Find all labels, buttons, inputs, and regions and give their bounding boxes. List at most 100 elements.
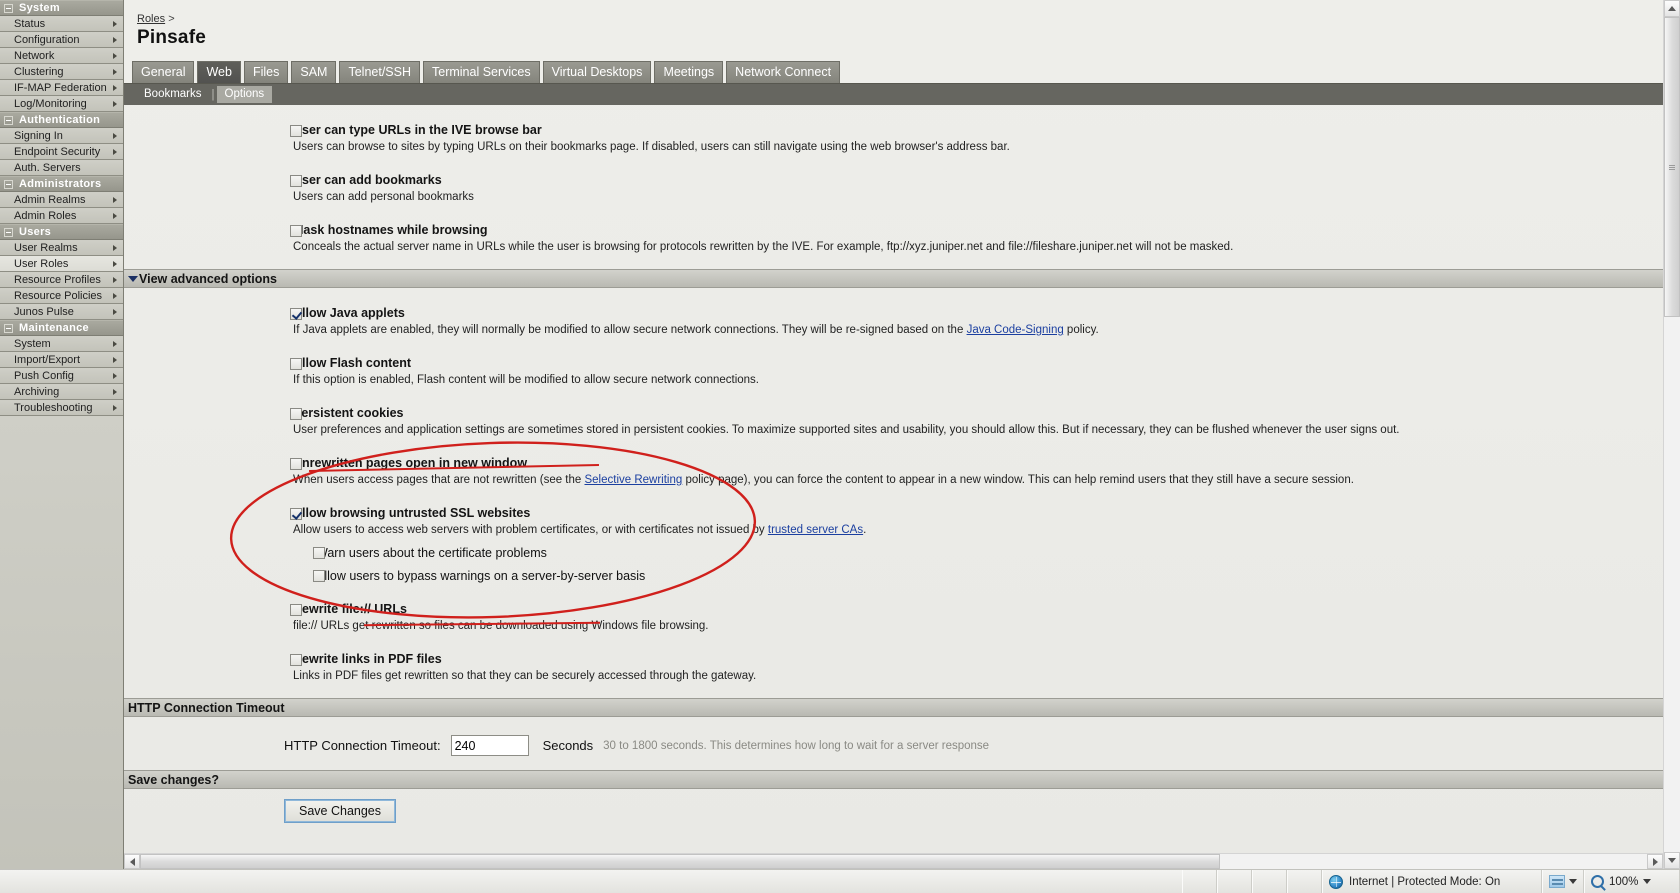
sidebar-item-if-map-federation[interactable]: IF-MAP Federation	[0, 80, 123, 96]
zoom-control[interactable]: 100%	[1584, 870, 1680, 893]
subtab-options[interactable]: Options	[216, 86, 273, 103]
sidebar-item-resource-policies[interactable]: Resource Policies	[0, 288, 123, 304]
chevron-right-icon	[113, 293, 117, 299]
checkbox-unrewritten-pages-open-in-new-window[interactable]	[290, 458, 302, 470]
tab-network-connect[interactable]: Network Connect	[726, 61, 841, 83]
sidebar-item-user-roles[interactable]: User Roles	[0, 256, 123, 272]
chevron-right-icon	[113, 341, 117, 347]
subtab-bookmarks[interactable]: Bookmarks	[136, 86, 210, 103]
option-description: User preferences and application setting…	[293, 423, 1663, 438]
tab-files[interactable]: Files	[243, 61, 289, 83]
checkbox-allow-java-applets[interactable]	[290, 308, 302, 320]
save-area: Save Changes	[124, 799, 1663, 823]
tab-web[interactable]: Web	[197, 61, 241, 83]
nav-group-label: Maintenance	[19, 322, 89, 334]
nav-group-users[interactable]: Users	[0, 224, 123, 240]
nav-group-maintenance[interactable]: Maintenance	[0, 320, 123, 336]
vscroll-up-button[interactable]	[1664, 0, 1680, 17]
sidebar-item-import-export[interactable]: Import/Export	[0, 352, 123, 368]
vertical-scrollbar[interactable]	[1663, 0, 1680, 869]
collapse-icon[interactable]	[4, 179, 13, 189]
sidebar-item-label: Import/Export	[14, 354, 81, 366]
vscroll-thumb[interactable]	[1664, 17, 1680, 317]
checkbox-mask-hostnames-while-browsing[interactable]	[290, 225, 302, 237]
sidebar-item-junos-pulse[interactable]: Junos Pulse	[0, 304, 123, 320]
tab-sam[interactable]: SAM	[291, 61, 337, 83]
option-description: Links in PDF files get rewritten so that…	[293, 669, 1663, 684]
option-description-text: Allow users to access web servers with p…	[293, 524, 768, 536]
sidebar-item-network[interactable]: Network	[0, 48, 123, 64]
sidebar-item-status[interactable]: Status	[0, 16, 123, 32]
http-timeout-row: HTTP Connection Timeout: Seconds 30 to 1…	[124, 735, 1663, 756]
sidebar-item-signing-in[interactable]: Signing In	[0, 128, 123, 144]
checkbox-user-can-add-bookmarks[interactable]	[290, 175, 302, 187]
advanced-options-section-header[interactable]: View advanced options	[124, 269, 1663, 288]
checkbox-user-can-type-urls-in-the-ive-browse-bar[interactable]	[290, 125, 302, 137]
collapse-icon[interactable]	[4, 3, 13, 13]
hscroll-right-button[interactable]	[1647, 854, 1663, 869]
option-title: Rewrite links in PDF files	[293, 652, 442, 666]
checkbox-warn-users-about-the-certificate-problems[interactable]	[313, 547, 325, 559]
sidebar-item-resource-profiles[interactable]: Resource Profiles	[0, 272, 123, 288]
chevron-right-icon	[113, 197, 117, 203]
hscroll-track[interactable]	[140, 854, 1647, 869]
sidebar-item-label: IF-MAP Federation	[14, 82, 107, 94]
checkbox-rewrite-file-urls[interactable]	[290, 604, 302, 616]
http-timeout-input[interactable]	[450, 735, 529, 756]
sidebar-item-label: Auth. Servers	[14, 162, 81, 174]
nav-group-authentication[interactable]: Authentication	[0, 112, 123, 128]
tab-terminal-services[interactable]: Terminal Services	[423, 61, 540, 83]
security-zone-indicator[interactable]: Internet | Protected Mode: On	[1322, 870, 1542, 893]
option-description-link[interactable]: Selective Rewriting	[584, 474, 682, 486]
sidebar-item-admin-roles[interactable]: Admin Roles	[0, 208, 123, 224]
options-form: User can type URLs in the IVE browse bar…	[124, 123, 1663, 823]
chevron-right-icon	[113, 389, 117, 395]
collapse-icon[interactable]	[4, 323, 13, 333]
tab-telnet-ssh[interactable]: Telnet/SSH	[339, 61, 420, 83]
nav-group-system[interactable]: System	[0, 0, 123, 16]
option-title: Persistent cookies	[293, 406, 404, 420]
collapse-icon[interactable]	[4, 227, 13, 237]
checkbox-allow-browsing-untrusted-ssl-websites[interactable]	[290, 508, 302, 520]
sidebar-item-configuration[interactable]: Configuration	[0, 32, 123, 48]
sidebar-item-endpoint-security[interactable]: Endpoint Security	[0, 144, 123, 160]
sidebar-item-log-monitoring[interactable]: Log/Monitoring	[0, 96, 123, 112]
sidebar-item-troubleshooting[interactable]: Troubleshooting	[0, 400, 123, 416]
collapse-icon[interactable]	[4, 115, 13, 125]
hscroll-left-button[interactable]	[124, 854, 140, 869]
vscroll-down-button[interactable]	[1664, 852, 1680, 869]
compatibility-view-button[interactable]	[1542, 870, 1584, 893]
sidebar-item-clustering[interactable]: Clustering	[0, 64, 123, 80]
nav-group-administrators[interactable]: Administrators	[0, 176, 123, 192]
tab-virtual-desktops[interactable]: Virtual Desktops	[542, 61, 652, 83]
option-description-text: file:// URLs get rewritten so files can …	[293, 620, 709, 632]
sidebar-item-user-realms[interactable]: User Realms	[0, 240, 123, 256]
checkbox-rewrite-links-in-pdf-files[interactable]	[290, 654, 302, 666]
sidebar-item-push-config[interactable]: Push Config	[0, 368, 123, 384]
chevron-right-icon	[113, 69, 117, 75]
tab-general[interactable]: General	[132, 61, 195, 83]
breadcrumb-link-roles[interactable]: Roles	[137, 13, 165, 25]
tab-meetings[interactable]: Meetings	[654, 61, 724, 83]
primary-tab-bar[interactable]: General Web Files SAM Telnet/SSH Terminal Ser…	[132, 61, 1663, 83]
page-content: Roles > Pinsafe General Web Files SAM Telnet…	[124, 0, 1663, 853]
checkbox-allow-users-to-bypass-warnings-on-a-server-by-server-basis[interactable]	[313, 570, 325, 582]
sidebar-item-label: Push Config	[14, 370, 74, 382]
sidebar-item-admin-realms[interactable]: Admin Realms	[0, 192, 123, 208]
sidebar-item-auth-servers[interactable]: Auth. Servers	[0, 160, 123, 176]
secondary-tab-bar[interactable]: Bookmarks | Options	[124, 83, 1663, 105]
main-navigation-sidebar[interactable]: System Status Configuration Network Clusteri…	[0, 0, 124, 869]
sidebar-item-label: Clustering	[14, 66, 64, 78]
sidebar-item-label: Endpoint Security	[14, 146, 101, 158]
sidebar-item-system[interactable]: System	[0, 336, 123, 352]
option-description-link[interactable]: Java Code-Signing	[967, 324, 1064, 336]
option-description-link[interactable]: trusted server CAs	[768, 524, 863, 536]
horizontal-scrollbar[interactable]	[124, 853, 1663, 869]
checkbox-persistent-cookies[interactable]	[290, 408, 302, 420]
hscroll-thumb[interactable]	[140, 854, 1220, 869]
status-blank-cell-1	[1182, 870, 1217, 893]
sidebar-item-archiving[interactable]: Archiving	[0, 384, 123, 400]
vscroll-track[interactable]	[1664, 17, 1680, 852]
save-changes-button[interactable]: Save Changes	[284, 799, 397, 823]
checkbox-allow-flash-content[interactable]	[290, 358, 302, 370]
